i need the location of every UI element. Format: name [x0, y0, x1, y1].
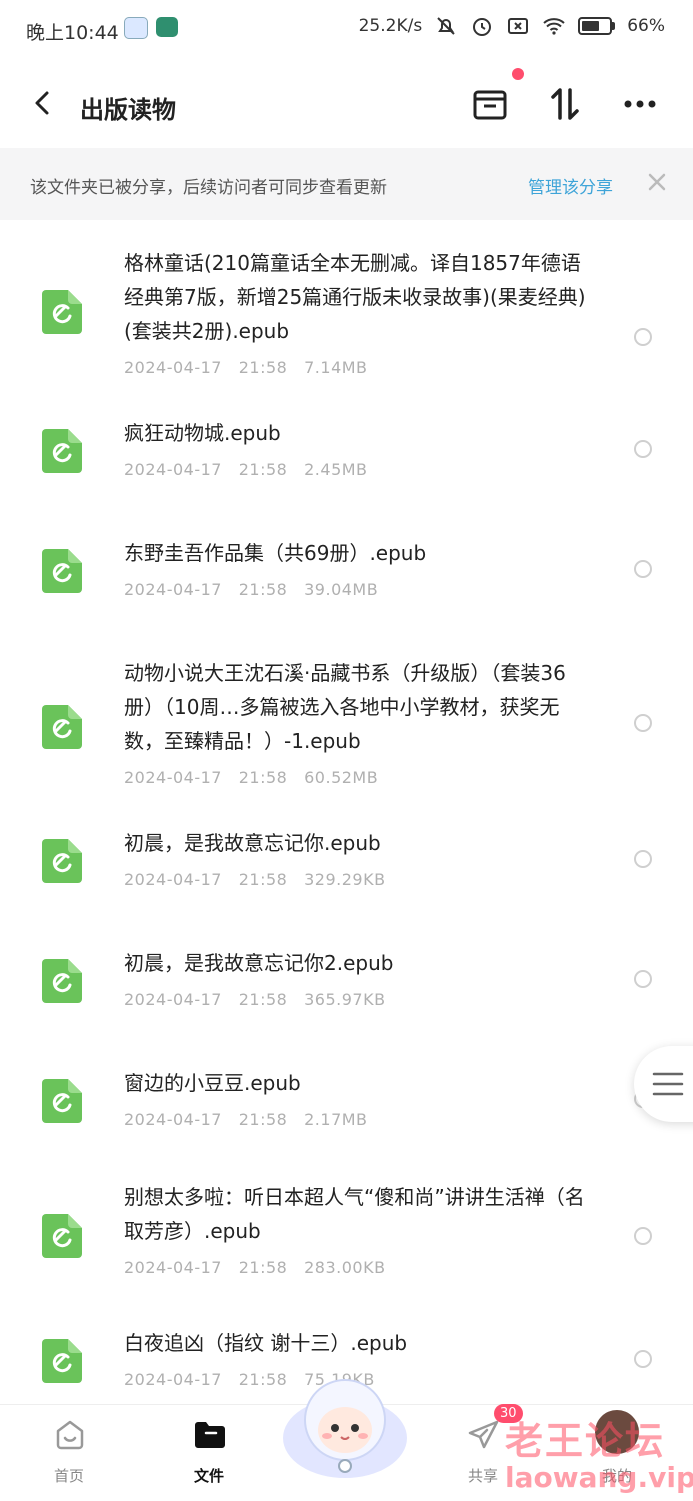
file-date: 2024-04-17 [124, 580, 222, 599]
epub-file-icon [42, 839, 82, 883]
epub-file-icon [42, 429, 82, 473]
share-banner-text: 该文件夹已被分享，后续访问者可同步查看更新 [30, 178, 387, 198]
select-radio[interactable] [634, 440, 652, 458]
more-icon[interactable] [620, 84, 660, 124]
nav-home-label: 首页 [53, 1467, 84, 1485]
select-radio[interactable] [634, 328, 652, 346]
close-icon[interactable] [645, 170, 669, 194]
battery-percent: 66% [627, 16, 665, 36]
file-size: 7.14MB [304, 358, 368, 377]
status-bar: 晚上10:44 25.2K/s 66% [0, 0, 693, 58]
manage-share-link[interactable]: 管理该分享 [528, 173, 613, 198]
file-time: 21:58 [238, 768, 288, 787]
file-size: 365.97KB [304, 990, 386, 1009]
share-badge: 30 [494, 1404, 523, 1423]
file-size: 2.17MB [304, 1110, 368, 1129]
battery-icon [578, 17, 616, 35]
file-size: 2.45MB [304, 460, 368, 479]
share-banner: 该文件夹已被分享，后续访问者可同步查看更新 管理该分享 [0, 148, 693, 220]
nav-files[interactable]: 文件 [164, 1405, 254, 1501]
file-date: 2024-04-17 [124, 1110, 222, 1129]
file-name: 白夜追凶（指纹 谢十三）.epub [124, 1331, 408, 1355]
file-time: 21:58 [238, 1258, 288, 1277]
epub-file-icon [42, 1339, 82, 1383]
status-right: 25.2K/s 66% [359, 14, 665, 38]
file-meta: 2024-04-17 21:58 39.04MB [124, 580, 378, 599]
nav-home[interactable]: 首页 [24, 1405, 114, 1501]
file-name: 别想太多啦：听日本超人气“傻和尚”讲讲生活禅（名取芳彦）.epub [124, 1185, 585, 1243]
file-meta: 2024-04-17 21:58 7.14MB [124, 358, 368, 377]
file-date: 2024-04-17 [124, 1370, 222, 1389]
status-app-icons [124, 17, 178, 39]
sort-icon[interactable] [545, 84, 585, 124]
file-meta: 2024-04-17 21:58 365.97KB [124, 990, 386, 1009]
alarm-icon [473, 18, 492, 36]
file-name: 疯狂动物城.epub [124, 421, 281, 445]
file-meta: 2024-04-17 21:58 2.17MB [124, 1110, 368, 1129]
app-notification-icon [156, 17, 178, 37]
file-date: 2024-04-17 [124, 768, 222, 787]
select-radio[interactable] [634, 970, 652, 988]
file-time: 21:58 [238, 870, 288, 889]
file-date: 2024-04-17 [124, 358, 222, 377]
epub-file-icon [42, 1214, 82, 1258]
file-date: 2024-04-17 [124, 990, 222, 1009]
notification-dot [512, 68, 524, 80]
epub-file-icon [42, 959, 82, 1003]
select-radio[interactable] [634, 1350, 652, 1368]
epub-file-icon [42, 705, 82, 749]
page-title: 出版读物 [80, 96, 176, 124]
file-time: 21:58 [238, 460, 288, 479]
folder-icon [195, 1422, 225, 1448]
file-size: 39.04MB [304, 580, 379, 599]
select-radio[interactable] [634, 560, 652, 578]
file-meta: 2024-04-17 21:58 283.00KB [124, 1258, 386, 1277]
file-meta: 2024-04-17 21:58 329.29KB [124, 870, 386, 889]
select-radio[interactable] [634, 714, 652, 732]
file-name: 东野圭吾作品集（共69册）.epub [124, 541, 427, 565]
select-radio[interactable] [634, 850, 652, 868]
file-name: 初晨，是我故意忘记你2.epub [124, 951, 394, 975]
file-time: 21:58 [238, 1110, 288, 1129]
nav-share-label: 共享 [467, 1467, 498, 1485]
file-size: 60.52MB [304, 768, 379, 787]
send-icon [468, 1420, 499, 1449]
status-time: 晚上10:44 [26, 22, 119, 44]
mascot-assistant-button[interactable] [280, 1372, 410, 1482]
file-name: 初晨，是我故意忘记你.epub [124, 831, 381, 855]
epub-file-icon [42, 290, 82, 334]
file-time: 21:58 [238, 358, 288, 377]
epub-file-icon [42, 549, 82, 593]
nav-files-label: 文件 [193, 1467, 224, 1485]
file-time: 21:58 [238, 990, 288, 1009]
file-date: 2024-04-17 [124, 870, 222, 889]
home-icon [56, 1420, 84, 1450]
file-meta: 2024-04-17 21:58 60.52MB [124, 768, 378, 787]
no-sim-icon [508, 18, 529, 34]
select-radio[interactable] [634, 1227, 652, 1245]
file-time: 21:58 [238, 580, 288, 599]
transfer-list-icon[interactable] [470, 84, 510, 124]
epub-file-icon [42, 1079, 82, 1123]
file-date: 2024-04-17 [124, 460, 222, 479]
nav-mine-label: 我的 [601, 1467, 632, 1485]
avatar[interactable] [595, 1410, 639, 1454]
menu-icon [652, 1072, 684, 1096]
file-size: 283.00KB [304, 1258, 386, 1277]
file-date: 2024-04-17 [124, 1258, 222, 1277]
file-size: 329.29KB [304, 870, 386, 889]
gallery-notification-icon [124, 17, 148, 39]
file-name: 格林童话(210篇童话全本无删减。译自1857年德语经典第7版，新增25篇通行版… [124, 251, 586, 343]
back-icon[interactable] [28, 88, 58, 118]
mute-icon [437, 17, 455, 35]
file-meta: 2024-04-17 21:58 2.45MB [124, 460, 368, 479]
wifi-icon [543, 18, 565, 35]
floating-menu-button[interactable] [634, 1046, 693, 1122]
header: 出版读物 [0, 58, 693, 148]
net-speed: 25.2K/s [358, 16, 423, 36]
file-name: 窗边的小豆豆.epub [124, 1071, 301, 1095]
file-name: 动物小说大王沈石溪·品藏书系（升级版）（套装36册）（10周…多篇被选入各地中小… [124, 661, 566, 753]
